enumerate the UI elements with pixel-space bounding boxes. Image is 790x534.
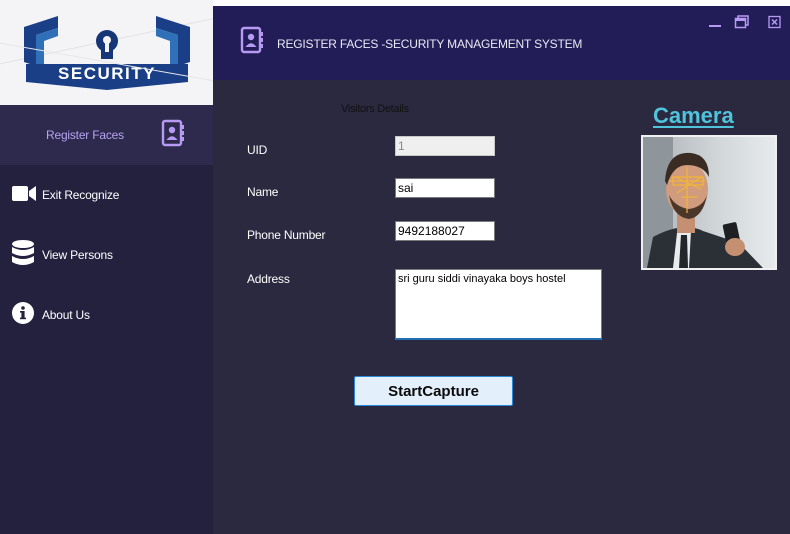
header: REGISTER FACES -SECURITY MANAGEMENT SYST… bbox=[213, 6, 790, 80]
address-field[interactable]: sri guru siddi vinayaka boys hostel bbox=[395, 269, 602, 340]
phone-field[interactable] bbox=[395, 221, 495, 241]
sidebar: SECURITY Register Faces Exit Recognize V… bbox=[0, 0, 213, 534]
name-label: Name bbox=[247, 185, 279, 199]
sidebar-item-view-persons[interactable]: View Persons bbox=[0, 228, 213, 284]
minimize-icon[interactable] bbox=[707, 15, 723, 29]
camera-preview bbox=[641, 135, 777, 270]
sidebar-item-label: View Persons bbox=[42, 248, 113, 262]
sidebar-item-label: About Us bbox=[42, 308, 90, 322]
phone-label: Phone Number bbox=[247, 228, 326, 242]
main-panel: Visitors Details UID Name Phone Number A… bbox=[213, 80, 790, 534]
info-icon bbox=[12, 302, 34, 324]
camera-image bbox=[643, 137, 775, 268]
app-window: SECURITY Register Faces Exit Recognize V… bbox=[0, 0, 790, 534]
security-logo: SECURITY bbox=[24, 16, 190, 90]
sidebar-item-register-faces[interactable]: Register Faces bbox=[0, 105, 213, 165]
section-title: Visitors Details bbox=[341, 103, 409, 115]
sidebar-item-about-us[interactable]: About Us bbox=[0, 288, 213, 344]
close-icon[interactable] bbox=[767, 15, 783, 29]
contact-book-icon bbox=[240, 26, 263, 54]
uid-field[interactable] bbox=[395, 136, 495, 156]
database-icon bbox=[12, 240, 34, 265]
name-field[interactable] bbox=[395, 178, 495, 198]
maximize-icon[interactable] bbox=[734, 15, 750, 29]
start-capture-button[interactable]: StartCapture bbox=[354, 376, 513, 406]
logo-area: SECURITY bbox=[0, 0, 213, 105]
sidebar-item-exit-recognize[interactable]: Exit Recognize bbox=[0, 168, 213, 224]
logo-text: SECURITY bbox=[58, 64, 156, 83]
sidebar-item-label: Register Faces bbox=[46, 128, 124, 142]
video-camera-icon bbox=[12, 186, 36, 201]
sidebar-item-label: Exit Recognize bbox=[42, 188, 120, 202]
camera-title: Camera bbox=[653, 103, 734, 128]
uid-label: UID bbox=[247, 143, 268, 157]
address-label: Address bbox=[247, 272, 290, 286]
page-title: REGISTER FACES -SECURITY MANAGEMENT SYST… bbox=[277, 37, 583, 51]
contact-book-icon bbox=[161, 119, 184, 147]
